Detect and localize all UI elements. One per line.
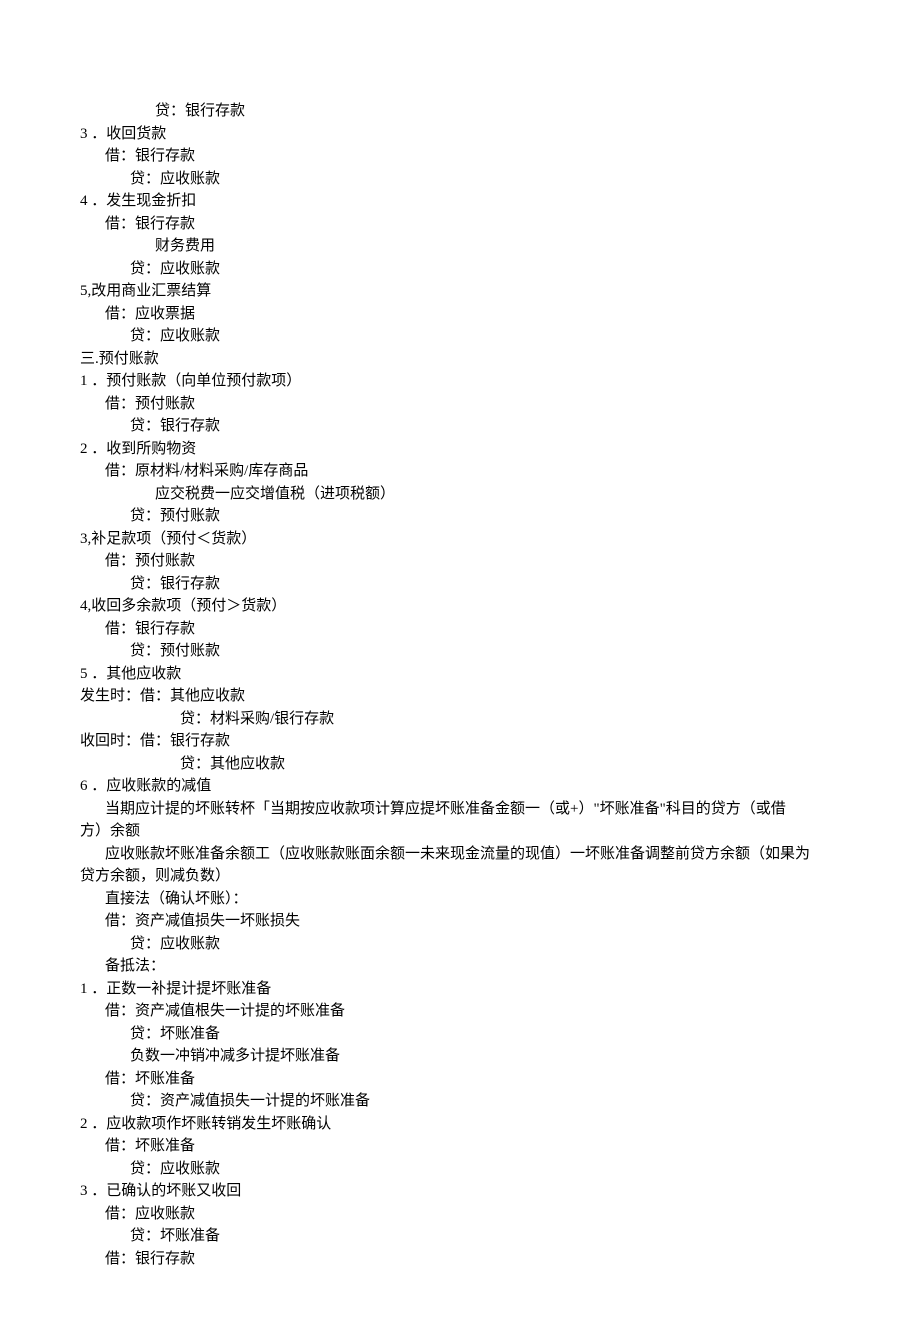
text-line: 4 ．发生现金折扣: [80, 190, 840, 213]
text-line: 贷：其他应收款: [80, 753, 840, 776]
text-line: 财务费用: [80, 235, 840, 258]
text-line: 1 ．正数一补提计提坏账准备: [80, 978, 840, 1001]
text-line: 3 ．收回货款: [80, 123, 840, 146]
text-line: 3 ．已确认的坏账又收回: [80, 1180, 840, 1203]
text-line: 借：坏账准备: [80, 1135, 840, 1158]
text-line: 借：坏账准备: [80, 1068, 840, 1091]
text-line: 借：应收票据: [80, 303, 840, 326]
text-line: 应交税费一应交增值税（进项税额）: [80, 483, 840, 506]
text-line: 贷：应收账款: [80, 933, 840, 956]
text-line: 借：预付账款: [80, 550, 840, 573]
text-line: 贷：应收账款: [80, 168, 840, 191]
text-line: 借：银行存款: [80, 1248, 840, 1271]
text-line: 收回时：借：银行存款: [80, 730, 840, 753]
text-line: 借：银行存款: [80, 213, 840, 236]
text-line: 贷：应收账款: [80, 258, 840, 281]
text-line: 贷：银行存款: [80, 100, 840, 123]
text-line: 2 ．收到所购物资: [80, 438, 840, 461]
text-line: 3,补足款项（预付＜货款）: [80, 528, 840, 551]
text-line: 三.预付账款: [80, 348, 840, 371]
text-line: 5 ．其他应收款: [80, 663, 840, 686]
text-line: 4,收回多余款项（预付＞货款）: [80, 595, 840, 618]
text-line: 1 ．预付账款（向单位预付款项）: [80, 370, 840, 393]
text-line: 借：银行存款: [80, 618, 840, 641]
text-line: 发生时：借：其他应收款: [80, 685, 840, 708]
text-line: 贷：材料采购/银行存款: [80, 708, 840, 731]
text-line: 2 ．应收款项作坏账转销发生坏账确认: [80, 1113, 840, 1136]
text-line: 方）余额: [80, 820, 840, 843]
text-line: 应收账款坏账准备余额工（应收账款账面余额一未来现金流量的现值）一坏账准备调整前贷…: [80, 843, 840, 866]
text-line: 贷：预付账款: [80, 505, 840, 528]
text-line: 贷：资产减值损失一计提的坏账准备: [80, 1090, 840, 1113]
text-line: 贷：预付账款: [80, 640, 840, 663]
document-body: 贷：银行存款3 ．收回货款借：银行存款贷：应收账款4 ．发生现金折扣借：银行存款…: [80, 100, 840, 1270]
text-line: 贷：应收账款: [80, 1158, 840, 1181]
text-line: 贷方余额，则减负数）: [80, 865, 840, 888]
text-line: 直接法（确认坏账）：: [80, 888, 840, 911]
text-line: 备抵法：: [80, 955, 840, 978]
text-line: 借：应收账款: [80, 1203, 840, 1226]
text-line: 当期应计提的坏账转杯「当期按应收款项计算应提坏账准备金额一（或+）"坏账准备"科…: [80, 798, 840, 821]
text-line: 借：银行存款: [80, 145, 840, 168]
text-line: 借：原材料/材料采购/库存商品: [80, 460, 840, 483]
text-line: 贷：银行存款: [80, 573, 840, 596]
text-line: 6 ．应收账款的减值: [80, 775, 840, 798]
text-line: 负数一冲销冲减多计提坏账准备: [80, 1045, 840, 1068]
text-line: 借：资产减值损失一坏账损失: [80, 910, 840, 933]
text-line: 贷：银行存款: [80, 415, 840, 438]
text-line: 贷：应收账款: [80, 325, 840, 348]
text-line: 借：资产减值根失一计提的坏账准备: [80, 1000, 840, 1023]
text-line: 5,改用商业汇票结算: [80, 280, 840, 303]
text-line: 借：预付账款: [80, 393, 840, 416]
text-line: 贷：坏账准备: [80, 1023, 840, 1046]
text-line: 贷：坏账准备: [80, 1225, 840, 1248]
